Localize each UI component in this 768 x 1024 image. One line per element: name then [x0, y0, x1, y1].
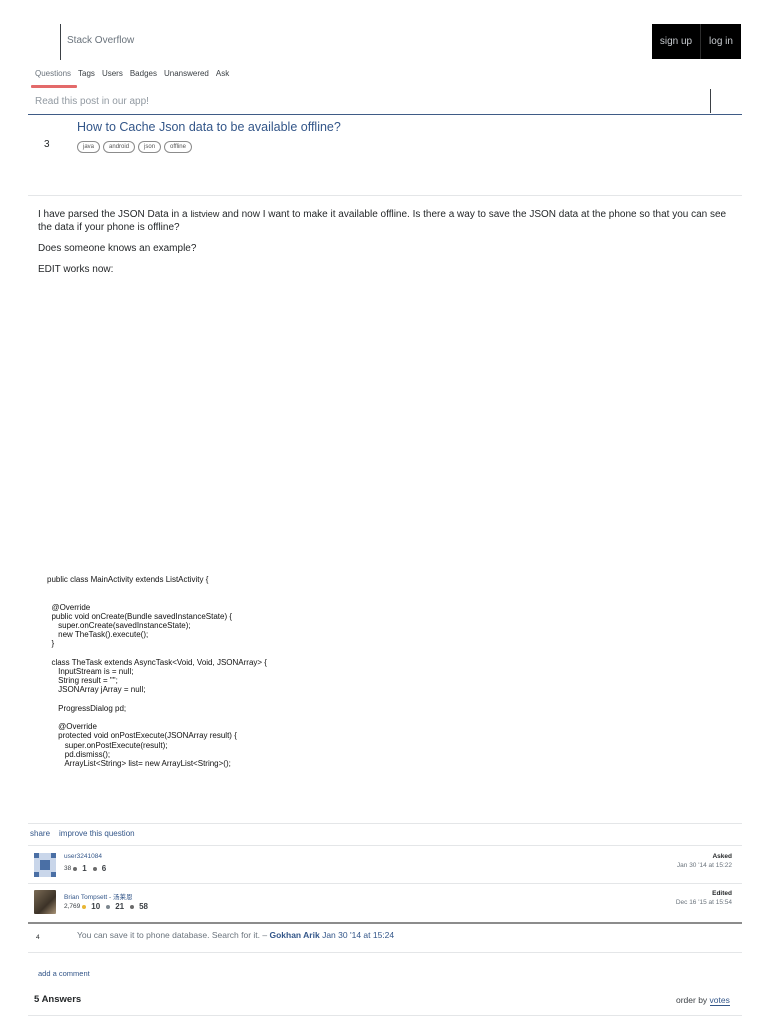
silver-badge-icon	[106, 904, 111, 909]
comment-divider	[28, 952, 742, 953]
code-block-fade	[38, 796, 738, 806]
header-rule	[28, 114, 742, 115]
editor-card: Brian Tompsett - 汤莱恩 2,769 10 21 58 Edit…	[28, 884, 742, 920]
site-logo[interactable]: Stack Overflow	[67, 35, 134, 46]
tag-java[interactable]: java	[77, 141, 101, 153]
comment-score: 4	[36, 934, 40, 941]
asker-card: user3241084 38 1 6 Asked Jan 30 '14 at 1…	[28, 847, 742, 883]
share-link[interactable]: share	[30, 829, 50, 838]
brand-divider	[60, 24, 61, 60]
editor-reputation: 2,769 10 21 58	[64, 902, 148, 911]
asked-label: Asked	[712, 853, 732, 860]
app-banner-link[interactable]: Read this post in our app!	[35, 96, 149, 107]
question-title[interactable]: How to Cache Json data to be available o…	[77, 120, 341, 134]
nav-badges[interactable]: Badges	[130, 69, 157, 78]
tag-offline[interactable]: offline	[164, 141, 192, 153]
question-paragraph: EDIT works now:	[38, 264, 114, 275]
nav-unanswered[interactable]: Unanswered	[164, 69, 209, 78]
nav-ask[interactable]: Ask	[216, 69, 229, 78]
app-banner-divider	[710, 89, 711, 113]
question-actions: share improve this question	[30, 829, 135, 838]
nav-users[interactable]: Users	[102, 69, 123, 78]
actions-divider-bottom	[28, 845, 742, 846]
silver-badge-icon	[73, 866, 78, 871]
user-avatar[interactable]	[34, 853, 56, 877]
comment: You can save it to phone database. Searc…	[77, 930, 395, 940]
nav-active-indicator	[31, 85, 77, 88]
comments-divider	[28, 922, 742, 924]
comment-date[interactable]: Jan 30 '14 at 15:24	[320, 930, 394, 940]
edited-label: Edited	[712, 890, 732, 897]
inline-code: listview	[190, 209, 220, 219]
sort-votes-link[interactable]: votes	[709, 995, 730, 1006]
question-paragraph: Does someone knows an example?	[38, 243, 197, 254]
improve-question-link[interactable]: improve this question	[59, 829, 135, 838]
editor-avatar[interactable]	[34, 890, 56, 914]
actions-divider-top	[28, 823, 742, 824]
vote-count: 3	[44, 139, 50, 150]
code-block: public class MainActivity extends ListAc…	[47, 575, 267, 769]
answers-divider	[28, 1015, 742, 1016]
question-header-divider	[28, 195, 742, 196]
bronze-badge-icon	[92, 866, 97, 871]
log-in-button[interactable]: log in	[701, 24, 741, 59]
sign-up-button[interactable]: sign up	[652, 24, 701, 59]
asker-name[interactable]: user3241084	[64, 853, 102, 860]
asked-date: Jan 30 '14 at 15:22	[676, 862, 732, 869]
tag-list: java android json offline	[77, 141, 192, 153]
edited-date: Dec 16 '15 at 15:54	[675, 899, 732, 906]
main-nav: Questions Tags Users Badges Unanswered A…	[35, 69, 236, 78]
answers-count: 5 Answers	[34, 994, 82, 1005]
editor-name[interactable]: Brian Tompsett - 汤莱恩	[64, 891, 133, 901]
asker-reputation: 38 1 6	[64, 864, 107, 873]
top-bar: Stack Overflow sign up log in	[0, 0, 768, 66]
tag-android[interactable]: android	[103, 141, 136, 153]
question-paragraph: I have parsed the JSON Data in a listvie…	[38, 209, 727, 233]
comment-author[interactable]: Gokhan Arik	[269, 930, 319, 940]
nav-questions[interactable]: Questions	[35, 69, 71, 78]
auth-buttons: sign up log in	[652, 24, 741, 59]
nav-tags[interactable]: Tags	[78, 69, 95, 78]
question-body: I have parsed the JSON Data in a listvie…	[38, 208, 738, 284]
gold-badge-icon	[82, 904, 87, 909]
bronze-badge-icon	[130, 904, 135, 909]
answer-sort: order by votes	[676, 995, 730, 1006]
add-comment-link[interactable]: add a comment	[38, 969, 90, 978]
tag-json[interactable]: json	[138, 141, 162, 153]
